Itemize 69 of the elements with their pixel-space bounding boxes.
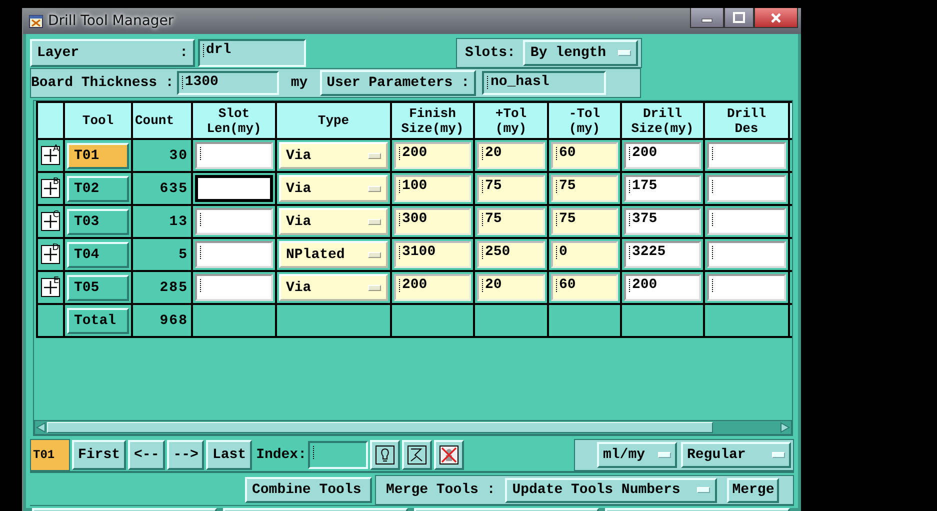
merge-mode-dropdown[interactable]: Update Tools Numbers [505, 478, 718, 502]
count-cell: 635 [133, 173, 191, 204]
type-dropdown[interactable]: NPlated [279, 241, 388, 268]
plus-tolerance-field[interactable]: 75 [477, 208, 545, 235]
user-parameters-field[interactable]: no_hasl [482, 71, 606, 95]
column-header: Count [133, 103, 191, 138]
column-header: -Tol (my) [549, 103, 620, 138]
mode-dropdown[interactable]: Regular [681, 442, 791, 468]
finish-size-field[interactable]: 200 [394, 274, 471, 301]
nav-button[interactable]: Last [206, 440, 252, 470]
plus-tolerance-field[interactable]: 20 [477, 274, 545, 301]
count-cell: 30 [133, 140, 191, 171]
column-header: Drill Des [705, 103, 788, 138]
plus-tolerance-field[interactable]: 20 [477, 142, 545, 169]
drill-size-field[interactable]: 3225 [624, 241, 701, 268]
tool-button[interactable]: T01 [67, 142, 129, 168]
merge-tools-label: Merge Tools : [386, 482, 496, 498]
minus-tolerance-field[interactable]: 75 [551, 208, 618, 235]
nav-button[interactable]: --> [167, 440, 204, 470]
tool-button[interactable]: T02 [67, 176, 129, 202]
count-cell: 285 [133, 272, 191, 303]
minus-tolerance-field[interactable]: 60 [551, 142, 618, 169]
thickness-field[interactable]: 1300 [176, 71, 279, 95]
drill-size-field[interactable]: 200 [624, 274, 701, 301]
type-dropdown[interactable]: Via [279, 175, 388, 202]
tool-button[interactable]: T04 [67, 242, 129, 268]
finish-size-field[interactable]: 200 [394, 142, 471, 169]
type-dropdown[interactable]: Via [279, 142, 388, 169]
combine-tools-button[interactable]: Combine Tools [245, 477, 372, 503]
user-parameters-button[interactable]: User Parameters : [320, 70, 476, 96]
total-button[interactable]: Total [67, 308, 129, 334]
nav-button[interactable]: <-- [128, 440, 166, 470]
count-cell: 13 [133, 206, 191, 237]
units-dropdown[interactable]: ml/my [597, 442, 677, 468]
total-count: 968 [133, 305, 191, 336]
type-dropdown[interactable]: Via [279, 208, 388, 235]
column-header: Tool [65, 103, 131, 138]
column-header: Type [277, 103, 390, 138]
minus-tolerance-field[interactable]: 75 [551, 175, 618, 202]
drill-size-field[interactable]: 200 [624, 142, 701, 169]
merge-button[interactable]: Merge [727, 478, 780, 502]
unit-label: my [290, 75, 308, 91]
layer-button[interactable]: Layer : [30, 39, 195, 67]
index-label: Index: [256, 447, 306, 463]
drill-size-field[interactable]: 375 [624, 208, 701, 235]
drill-size-field[interactable]: 175 [624, 175, 701, 202]
board-thickness-label: Board Thickness : [31, 75, 174, 91]
column-header: Drill Size(my) [622, 103, 703, 138]
type-dropdown[interactable]: Via [279, 274, 388, 301]
column-header: +Tol (my) [475, 103, 547, 138]
slots-dropdown[interactable]: By length [523, 40, 638, 66]
finish-size-field[interactable]: 100 [394, 175, 471, 202]
current-tool-label: T01 [30, 439, 70, 471]
tool-button[interactable]: T03 [67, 208, 129, 234]
layer-field[interactable]: drl [198, 39, 306, 67]
plus-tolerance-field[interactable]: 75 [477, 175, 545, 202]
minus-tolerance-field[interactable]: 0 [551, 241, 618, 268]
expand-toggle[interactable]: E [41, 278, 60, 297]
minus-tolerance-field[interactable]: 60 [551, 274, 618, 301]
window-title: Drill Tool Manager [48, 13, 174, 29]
tool-button[interactable]: T05 [67, 274, 129, 300]
nav-button[interactable]: First [72, 440, 126, 470]
plus-tolerance-field[interactable]: 250 [477, 241, 545, 268]
column-header: Finish Size(my) [392, 103, 473, 138]
count-cell: 5 [133, 239, 191, 270]
column-header: Slot Len(my) [193, 103, 275, 138]
finish-size-field[interactable]: 300 [394, 208, 471, 235]
finish-size-field[interactable]: 3100 [394, 241, 471, 268]
slots-label: Slots: [465, 45, 516, 61]
